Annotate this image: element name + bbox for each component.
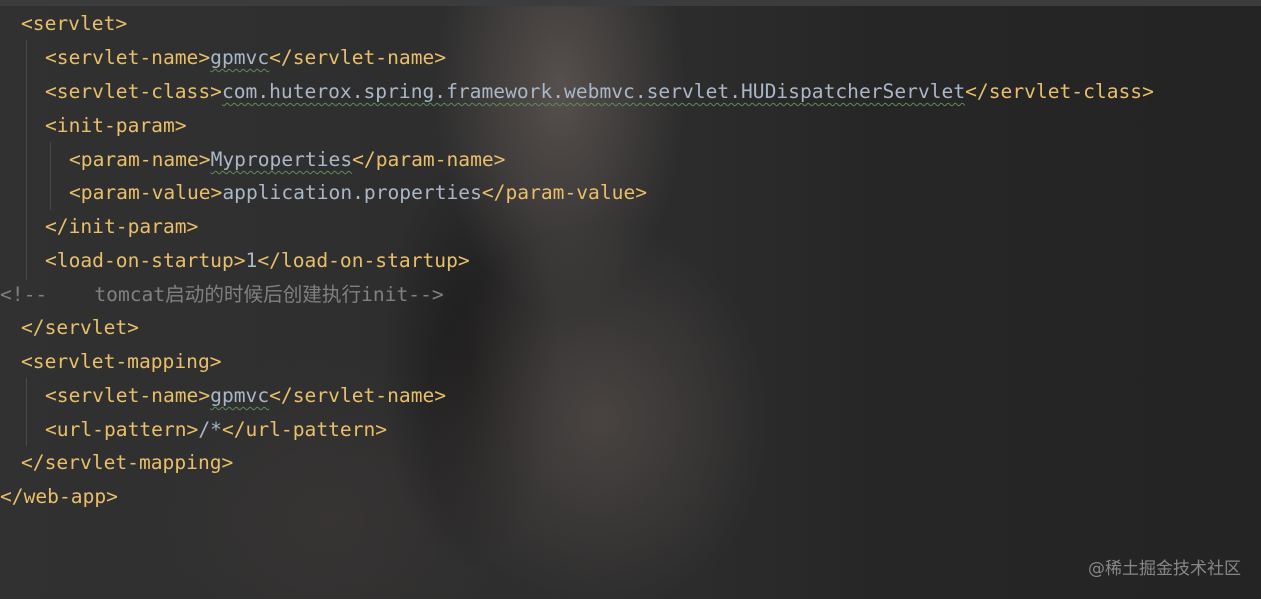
xml-tag: <servlet-class> (45, 80, 222, 103)
code-line-init-param-close[interactable]: </init-param> (45, 212, 198, 242)
code-editor[interactable]: <servlet> <servlet-name>gpmvc</servlet-n… (0, 0, 1261, 599)
xml-tag: <servlet-name> (45, 384, 211, 407)
code-line-servlet-close[interactable]: </servlet> (21, 313, 139, 343)
code-line-comment[interactable]: <!-- tomcat启动的时候后创建执行init--> (0, 280, 444, 310)
code-line-web-app-close[interactable]: </web-app> (0, 482, 118, 512)
code-line-servlet-mapping-close[interactable]: </servlet-mapping> (21, 448, 233, 478)
tag-value: gpmvc (210, 384, 270, 407)
xml-tag: <url-pattern> (45, 418, 199, 441)
code-line-url-pattern[interactable]: <url-pattern>/*</url-pattern> (45, 415, 387, 445)
indent-guide (26, 40, 27, 280)
xml-tag: </servlet-mapping> (21, 451, 234, 474)
code-line-servlet-class[interactable]: <servlet-class>com.huterox.spring.framew… (45, 77, 1154, 107)
xml-tag: <param-value> (69, 181, 223, 204)
tag-value: /* (198, 418, 222, 441)
tag-value: gpmvc (210, 46, 270, 69)
xml-tag: </servlet-name> (269, 384, 447, 407)
xml-tag: </url-pattern> (221, 418, 388, 441)
xml-tag: <init-param> (45, 114, 187, 137)
watermark-text: @稀土掘金技术社区 (1088, 559, 1241, 579)
code-line-servlet-open[interactable]: <servlet> (21, 9, 127, 39)
xml-tag: </web-app> (0, 485, 118, 508)
xml-tag: </param-name> (352, 148, 506, 171)
code-line-param-value[interactable]: <param-value>application.properties</par… (69, 178, 647, 208)
xml-tag: </servlet-name> (269, 46, 447, 69)
tag-value: 1 (245, 249, 258, 272)
code-line-init-param-open[interactable]: <init-param> (45, 111, 187, 141)
code-line-load-on-startup[interactable]: <load-on-startup>1</load-on-startup> (45, 246, 470, 276)
xml-tag: </init-param> (45, 215, 199, 238)
indent-guide (50, 142, 51, 210)
xml-tag: <servlet> (21, 12, 128, 35)
xml-tag: </servlet-class> (965, 80, 1154, 103)
xml-tag: <servlet-mapping> (21, 350, 222, 373)
editor-top-border (0, 0, 1261, 6)
xml-tag: </load-on-startup> (257, 249, 470, 272)
code-line-servlet-name[interactable]: <servlet-name>gpmvc</servlet-name> (45, 43, 446, 73)
code-line-param-name[interactable]: <param-name>Myproperties</param-name> (69, 145, 505, 175)
tag-value: com.huterox.spring.framework.webmvc.serv… (221, 80, 966, 103)
code-line-mapping-servlet-name[interactable]: <servlet-name>gpmvc</servlet-name> (45, 381, 446, 411)
tag-value: application.properties (222, 181, 482, 204)
xml-tag: </servlet> (21, 316, 139, 339)
indent-guide (26, 378, 27, 446)
code-line-servlet-mapping-open[interactable]: <servlet-mapping> (21, 347, 222, 377)
xml-tag: <servlet-name> (45, 46, 211, 69)
xml-comment: <!-- tomcat启动的时候后创建执行init--> (0, 283, 444, 306)
xml-tag: </param-value> (481, 181, 648, 204)
xml-tag: <load-on-startup> (45, 249, 246, 272)
tag-value: Myproperties (210, 148, 353, 171)
xml-tag: <param-name> (69, 148, 211, 171)
